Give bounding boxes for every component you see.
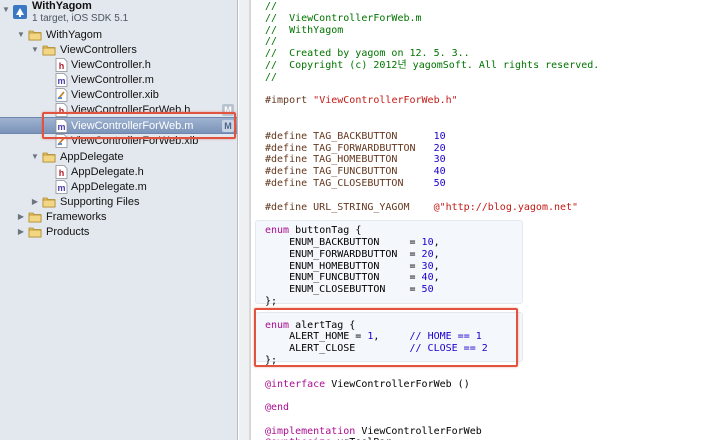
project-row[interactable]: ▼ WithYagom 1 target, iOS SDK 5.1 [0, 0, 237, 26]
project-subtitle: 1 target, iOS SDK 5.1 [32, 13, 129, 24]
svg-text:m: m [57, 183, 65, 193]
nav-item-viewcontroller-xib[interactable]: ViewController.xib [0, 87, 237, 103]
nav-item-label: ViewController.xib [71, 89, 159, 101]
header-file-icon: h [55, 165, 68, 179]
code-line[interactable]: ENUM_FORWARDBUTTON = 20, [265, 249, 599, 261]
code-line[interactable]: ​ [265, 107, 599, 119]
nav-item-withyagom[interactable]: ▼ WithYagom [0, 27, 237, 43]
svg-text:h: h [59, 61, 65, 71]
code-line[interactable]: @interface ViewControllerForWeb () [265, 379, 599, 391]
folder-icon [28, 28, 42, 42]
code-line[interactable]: ​ [265, 367, 599, 379]
disclosure-open-icon[interactable]: ▼ [16, 27, 26, 43]
nav-item-label: ViewControllers [60, 44, 137, 56]
code-line[interactable]: #define URL_STRING_YAGOM @"http://blog.y… [265, 202, 599, 214]
nav-item-label: AppDelegate.h [71, 166, 144, 178]
code-line[interactable]: ​ [265, 190, 599, 202]
disclosure-closed-icon[interactable]: ▶ [16, 209, 26, 225]
highlight-selected-file [42, 112, 236, 139]
nav-item-frameworks[interactable]: ▶ Frameworks [0, 209, 237, 225]
folder-icon [42, 195, 56, 209]
nav-item-label: Frameworks [46, 211, 107, 223]
svg-text:h: h [59, 168, 65, 178]
code-line[interactable]: enum buttonTag { [265, 225, 599, 237]
implementation-file-icon: m [55, 73, 68, 87]
code-line[interactable]: // ViewControllerForWeb.m [265, 13, 599, 25]
code-line[interactable]: #define TAG_CLOSEBUTTON 50 [265, 178, 599, 190]
code-line[interactable]: #define TAG_BACKBUTTON 10 [265, 131, 599, 143]
nav-item-products[interactable]: ▶ Products [0, 224, 237, 240]
nav-item-label: AppDelegate.m [71, 181, 147, 193]
code-line[interactable]: ENUM_HOMEBUTTON = 30, [265, 261, 599, 273]
nav-item-supporting-files[interactable]: ▶ Supporting Files [0, 194, 237, 210]
folder-icon [28, 225, 42, 239]
nav-item-viewcontroller-h[interactable]: h ViewController.h [0, 57, 237, 73]
svg-text:m: m [57, 76, 65, 86]
project-navigator: ▼ WithYagom 1 target, iOS SDK 5.1 ▼ With… [0, 0, 238, 440]
code-line[interactable]: // [265, 1, 599, 13]
code-line[interactable]: // Created by yagom on 12. 5. 3.. [265, 48, 599, 60]
folder-icon [42, 150, 56, 164]
code-line[interactable]: // Copyright (c) 2012년 yagomSoft. All ri… [265, 60, 599, 72]
highlight-alert-enum [254, 308, 518, 367]
code-line[interactable]: ​ [265, 213, 599, 225]
nav-item-label: ViewController.h [71, 59, 151, 71]
code-line[interactable]: // WithYagom [265, 25, 599, 37]
nav-item-label: AppDelegate [60, 151, 124, 163]
disclosure-open-icon[interactable]: ▼ [1, 2, 11, 18]
code-line[interactable]: ​ [265, 390, 599, 402]
code-line[interactable]: // [265, 36, 599, 48]
editor-gutter[interactable] [239, 0, 250, 440]
nav-item-label: Products [46, 226, 90, 238]
nav-item-appdelegate[interactable]: ▼ AppDelegate [0, 149, 237, 165]
code-line[interactable]: ​ [265, 414, 599, 426]
disclosure-closed-icon[interactable]: ▶ [16, 224, 26, 240]
disclosure-open-icon[interactable]: ▼ [30, 42, 40, 58]
xcode-project-icon [12, 4, 28, 20]
code-line[interactable]: @end [265, 402, 599, 414]
code-line[interactable]: #import "ViewControllerForWeb.h" [265, 95, 599, 107]
code-line[interactable]: ENUM_CLOSEBUTTON = 50 [265, 284, 599, 296]
code-line[interactable]: ​ [265, 119, 599, 131]
source-editor[interactable]: //// ViewControllerForWeb.m// WithYagom /… [250, 0, 720, 440]
nav-item-label: Supporting Files [60, 196, 140, 208]
code-line[interactable]: ​ [265, 84, 599, 96]
nav-item-label: WithYagom [46, 29, 103, 41]
nav-item-label: ViewController.m [71, 74, 154, 86]
project-name: WithYagom [32, 0, 92, 12]
disclosure-open-icon[interactable]: ▼ [30, 149, 40, 165]
folder-icon [42, 43, 56, 57]
folder-icon [28, 210, 42, 224]
code-line[interactable]: ENUM_BACKBUTTON = 10, [265, 237, 599, 249]
code-line[interactable]: #define TAG_FORWARDBUTTON 20 [265, 143, 599, 155]
code-line[interactable]: ENUM_FUNCBUTTON = 40, [265, 272, 599, 284]
code-line[interactable]: @implementation ViewControllerForWeb [265, 426, 599, 438]
disclosure-closed-icon[interactable]: ▶ [30, 194, 40, 210]
code-line[interactable]: #define TAG_FUNCBUTTON 40 [265, 166, 599, 178]
code-line[interactable]: // [265, 72, 599, 84]
code-text[interactable]: //// ViewControllerForWeb.m// WithYagom /… [265, 1, 599, 440]
nav-item-viewcontroller-m[interactable]: m ViewController.m [0, 72, 237, 88]
interface-builder-file-icon [55, 88, 68, 102]
code-line[interactable]: }; [265, 296, 599, 308]
nav-item-appdelegate-m[interactable]: m AppDelegate.m [0, 179, 237, 195]
code-line[interactable]: #define TAG_HOMEBUTTON 30 [265, 154, 599, 166]
nav-item-appdelegate-h[interactable]: h AppDelegate.h [0, 164, 237, 180]
header-file-icon: h [55, 58, 68, 72]
nav-item-viewcontrollers[interactable]: ▼ ViewControllers [0, 42, 237, 58]
implementation-file-icon: m [55, 180, 68, 194]
